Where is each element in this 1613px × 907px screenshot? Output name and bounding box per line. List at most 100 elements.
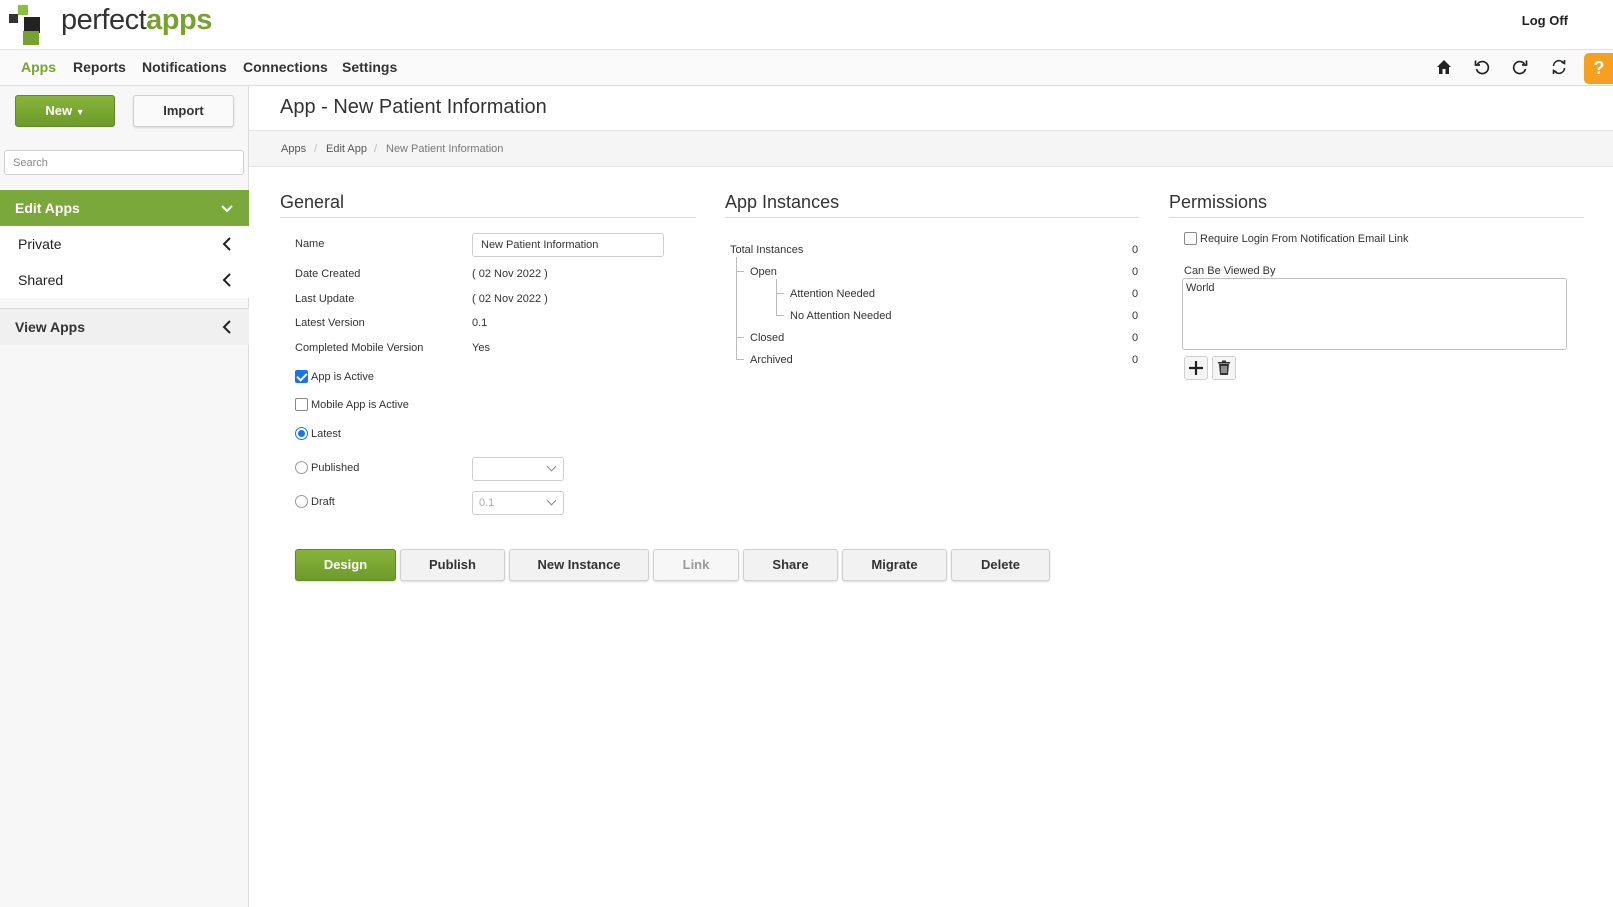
app-instances-section-title: App Instances <box>725 192 1139 218</box>
brand-part2: apps <box>146 4 212 36</box>
attention-needed-value: 0 <box>1132 288 1139 300</box>
link-button[interactable]: Link <box>653 549 739 581</box>
brand-part1: perfect <box>61 4 147 36</box>
sidebar-edit-apps[interactable]: Edit Apps <box>0 190 249 226</box>
draft-select[interactable]: 0.1 <box>472 491 564 515</box>
home-icon[interactable] <box>1435 58 1453 76</box>
app-active-label: App is Active <box>311 371 374 383</box>
require-login-label: Require Login From Notification Email Li… <box>1200 233 1409 245</box>
draft-radio[interactable] <box>295 495 308 508</box>
main-nav: Apps Reports Notifications Connections S… <box>0 50 1613 86</box>
nav-connections[interactable]: Connections <box>243 59 328 75</box>
name-label: Name <box>295 238 325 250</box>
add-viewer-button[interactable] <box>1184 356 1208 380</box>
tree-connector <box>736 257 737 360</box>
breadcrumb-apps[interactable]: Apps <box>281 143 306 155</box>
last-update-value: ( 02 Nov 2022 ) <box>472 293 548 305</box>
design-button[interactable]: Design <box>295 549 396 581</box>
nav-apps[interactable]: Apps <box>21 59 56 75</box>
chevron-left-icon <box>221 226 233 262</box>
breadcrumb-edit-app[interactable]: Edit App <box>326 143 367 155</box>
open-value: 0 <box>1132 266 1139 278</box>
general-section-title: General <box>280 192 696 218</box>
page-title: App - New Patient Information <box>280 96 547 118</box>
sidebar-edit-apps-label: Edit Apps <box>15 200 80 216</box>
import-button[interactable]: Import <box>133 95 234 127</box>
chevron-left-icon <box>221 309 233 345</box>
viewed-by-list[interactable]: World <box>1182 278 1567 350</box>
breadcrumb-current: New Patient Information <box>386 143 504 155</box>
published-select[interactable] <box>472 457 564 481</box>
published-label: Published <box>311 462 360 474</box>
archived-value: 0 <box>1132 354 1139 366</box>
logo-icon <box>9 5 53 45</box>
open-label[interactable]: Open <box>750 266 777 278</box>
caret-down-icon: ▼ <box>75 107 85 117</box>
migrate-button[interactable]: Migrate <box>842 549 947 581</box>
latest-label: Latest <box>311 428 341 440</box>
log-off-link[interactable]: Log Off <box>1522 13 1568 28</box>
mobile-active-checkbox[interactable] <box>295 398 308 411</box>
sidebar-view-apps-label: View Apps <box>15 319 86 335</box>
nav-reports[interactable]: Reports <box>73 59 126 75</box>
name-input[interactable] <box>472 233 664 257</box>
nav-notifications[interactable]: Notifications <box>142 59 227 75</box>
tree-connector <box>776 315 784 316</box>
latest-version-value: 0.1 <box>472 317 488 329</box>
sidebar-item-label: Private <box>18 236 62 252</box>
new-button-label: New <box>45 103 73 118</box>
tree-connector <box>736 359 744 360</box>
undo-icon[interactable] <box>1473 58 1491 76</box>
tree-connector <box>776 293 784 294</box>
no-attention-needed-label[interactable]: No Attention Needed <box>790 310 892 322</box>
sidebar-item-private[interactable]: Private <box>0 226 249 262</box>
breadcrumb-separator: / <box>374 143 378 155</box>
completed-mobile-label: Completed Mobile Version <box>295 342 424 354</box>
sidebar: New ▼ Import Edit Apps Private Shared Vi… <box>0 86 249 907</box>
chevron-down-icon <box>546 461 557 472</box>
tree-connector <box>776 279 777 316</box>
viewed-by-item[interactable]: World <box>1186 282 1215 294</box>
latest-radio[interactable] <box>295 427 308 440</box>
plus-icon <box>1189 361 1203 375</box>
breadcrumb: Apps / Edit App / New Patient Informatio… <box>249 130 1613 167</box>
brand-logo: perfectapps <box>61 4 212 37</box>
draft-label: Draft <box>311 496 335 508</box>
sidebar-item-shared[interactable]: Shared <box>0 262 249 298</box>
redo-icon[interactable] <box>1511 58 1529 76</box>
closed-label[interactable]: Closed <box>750 332 784 344</box>
remove-viewer-button[interactable] <box>1212 356 1236 380</box>
closed-value: 0 <box>1132 332 1139 344</box>
share-button[interactable]: Share <box>743 549 838 581</box>
completed-mobile-value: Yes <box>472 342 490 354</box>
delete-button[interactable]: Delete <box>951 549 1050 581</box>
date-created-value: ( 02 Nov 2022 ) <box>472 268 548 280</box>
archived-label[interactable]: Archived <box>750 354 793 366</box>
chevron-left-icon <box>221 262 233 298</box>
breadcrumb-separator: / <box>314 143 318 155</box>
new-button[interactable]: New ▼ <box>15 95 115 127</box>
trash-icon <box>1218 360 1230 375</box>
top-bar: perfectapps Log Off <box>0 0 1613 50</box>
permissions-section-title: Permissions <box>1169 192 1584 218</box>
viewed-by-label: Can Be Viewed By <box>1184 265 1276 277</box>
sidebar-view-apps[interactable]: View Apps <box>0 309 249 345</box>
chevron-down-icon <box>220 190 234 226</box>
no-attention-needed-value: 0 <box>1132 310 1139 322</box>
search-input[interactable] <box>4 150 244 175</box>
app-active-checkbox[interactable] <box>295 370 308 383</box>
help-button[interactable]: ? <box>1584 53 1613 84</box>
mobile-active-label: Mobile App is Active <box>311 399 409 411</box>
total-instances-label: Total Instances <box>730 244 804 256</box>
tree-connector <box>736 337 744 338</box>
last-update-label: Last Update <box>295 293 355 305</box>
require-login-checkbox[interactable] <box>1184 232 1197 245</box>
attention-needed-label[interactable]: Attention Needed <box>790 288 875 300</box>
new-instance-button[interactable]: New Instance <box>509 549 649 581</box>
sync-icon[interactable] <box>1550 58 1568 76</box>
published-radio[interactable] <box>295 461 308 474</box>
publish-button[interactable]: Publish <box>400 549 505 581</box>
latest-version-label: Latest Version <box>295 317 365 329</box>
nav-settings[interactable]: Settings <box>342 59 397 75</box>
tree-connector <box>736 271 744 272</box>
